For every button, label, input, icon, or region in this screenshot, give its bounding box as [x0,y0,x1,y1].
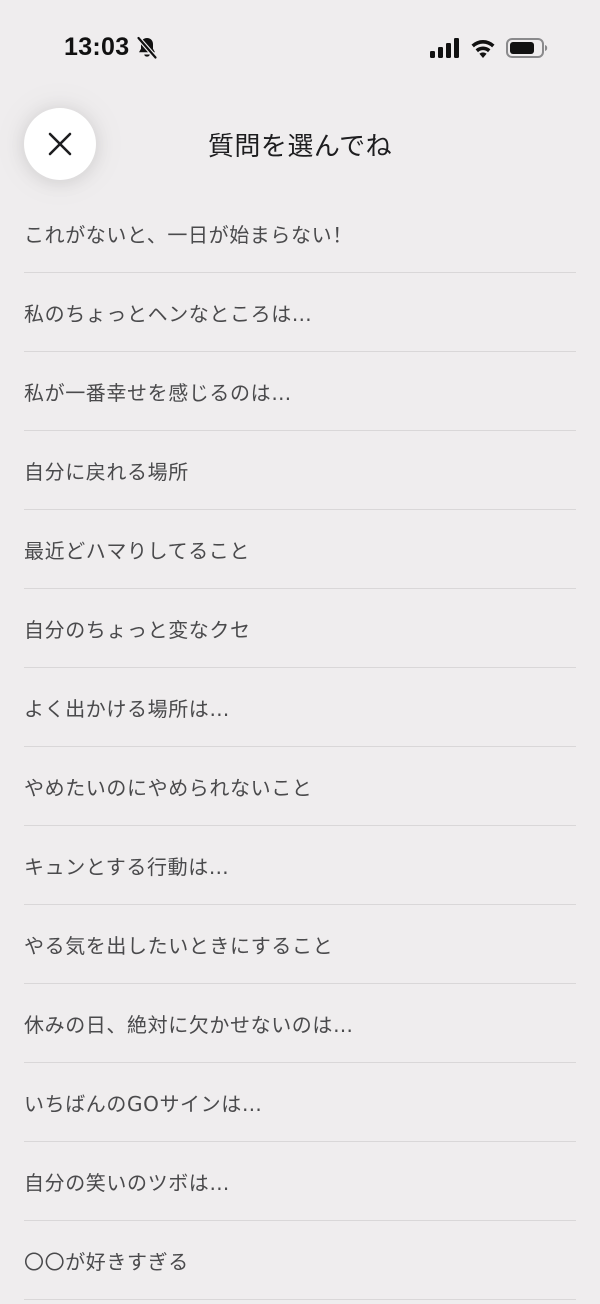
question-item[interactable]: キュンとする行動は… [24,826,576,905]
question-item[interactable]: いちばんのGOサインは… [24,1063,576,1142]
question-item[interactable]: 自分の笑いのツボは… [24,1142,576,1221]
wifi-icon [471,40,495,58]
question-list: これがないと、一日が始まらない！ 私のちょっとヘンなところは… 私が一番幸せを感… [24,194,576,1300]
question-item[interactable]: 最近どハマりしてること [24,510,576,589]
question-item[interactable]: 〇〇が好きすぎる [24,1221,576,1300]
signal-icon [430,38,459,58]
bell-off-icon [136,36,158,60]
question-item[interactable]: やめたいのにやめられないこと [24,747,576,826]
battery-icon [506,38,548,58]
status-bar: 13:03 [0,0,600,96]
question-item[interactable]: 自分に戻れる場所 [24,431,576,510]
question-item[interactable]: 休みの日、絶対に欠かせないのは… [24,984,576,1063]
header: 質問を選んでね [0,96,600,194]
question-item[interactable]: 私が一番幸せを感じるのは… [24,352,576,431]
question-item[interactable]: 自分のちょっと変なクセ [24,589,576,668]
question-item[interactable]: やる気を出したいときにすること [24,905,576,984]
question-item[interactable]: これがないと、一日が始まらない！ [24,194,576,273]
question-item[interactable]: 私のちょっとヘンなところは… [24,273,576,352]
status-time: 13:03 [64,33,130,61]
question-item[interactable]: よく出かける場所は… [24,668,576,747]
page-title: 質問を選んでね [207,132,393,162]
